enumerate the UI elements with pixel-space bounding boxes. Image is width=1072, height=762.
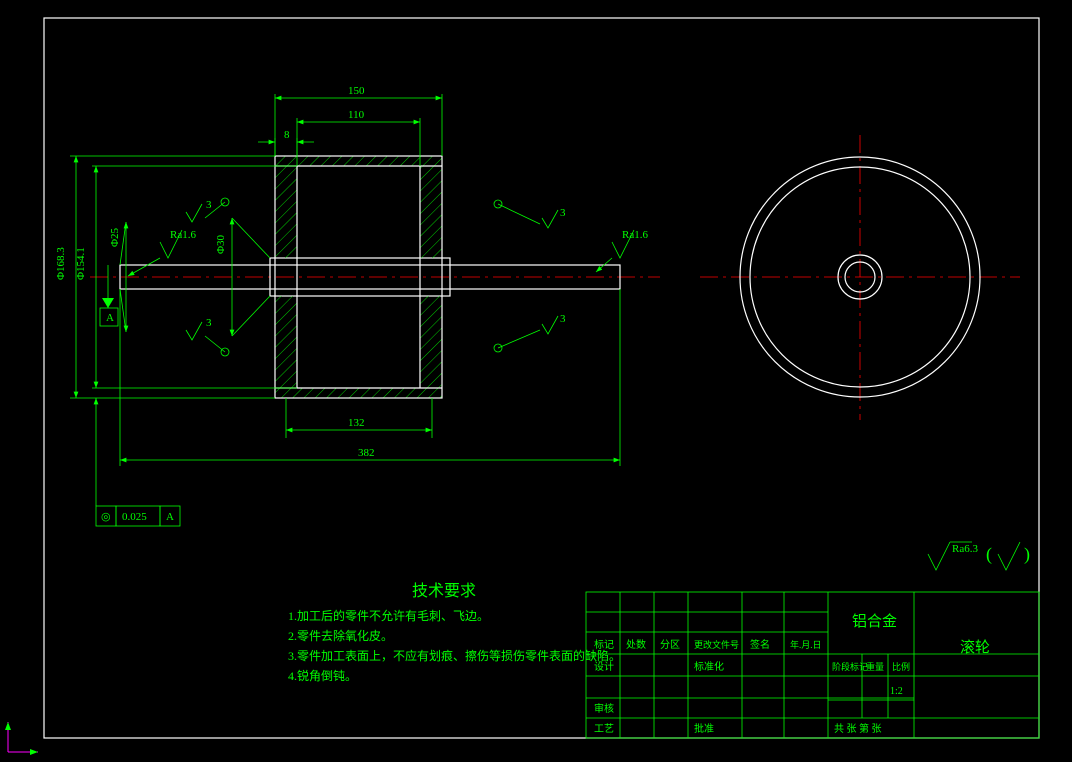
svg-text:3: 3 — [560, 313, 566, 325]
svg-text:分区: 分区 — [660, 639, 680, 651]
svg-text:年.月.日: 年.月.日 — [790, 639, 822, 650]
svg-text:8: 8 — [284, 129, 290, 141]
svg-text:技术要求: 技术要求 — [412, 582, 476, 600]
svg-text:审核: 审核 — [594, 702, 614, 715]
surf-ra16-1: Ra1.6 — [128, 229, 196, 276]
svg-text:132: 132 — [348, 417, 365, 429]
svg-text:标准化: 标准化 — [694, 660, 724, 673]
leader-3a: 3 — [186, 198, 229, 222]
leader-3d: 3 — [494, 313, 566, 352]
svg-text:比例: 比例 — [892, 661, 910, 672]
gdt-concentricity: ◎ 0.025 A — [96, 398, 180, 526]
svg-text:Φ30: Φ30 — [215, 234, 227, 254]
svg-text:382: 382 — [358, 447, 375, 459]
tech-notes: 技术要求 1.加工后的零件不允许有毛刺、飞边。 2.零件去除氧化皮。 3.零件加… — [288, 582, 621, 683]
end-view — [700, 135, 1020, 420]
ucs-icon — [8, 722, 38, 752]
svg-text:滚轮: 滚轮 — [960, 639, 990, 656]
svg-text:重量: 重量 — [866, 661, 884, 672]
svg-text:标记: 标记 — [594, 639, 614, 651]
svg-text:共 张 第 张: 共 张 第 张 — [834, 722, 882, 735]
svg-text:3: 3 — [206, 317, 212, 329]
svg-text:3.零件加工表面上，不应有划痕、擦伤等损伤零件表面的缺陷。: 3.零件加工表面上，不应有划痕、擦伤等损伤零件表面的缺陷。 — [288, 648, 621, 663]
svg-text:1.加工后的零件不允许有毛刺、飞边。: 1.加工后的零件不允许有毛刺、飞边。 — [288, 608, 489, 623]
surf-ra63-global: Ra6.3 ( ) — [928, 542, 1030, 570]
svg-text:1:2: 1:2 — [890, 686, 903, 697]
svg-text:A: A — [166, 511, 174, 523]
svg-text:Ra1.6: Ra1.6 — [622, 229, 648, 241]
svg-text:◎: ◎ — [101, 511, 111, 523]
svg-text:3: 3 — [560, 207, 566, 219]
svg-text:工艺: 工艺 — [594, 723, 614, 735]
title-block: 标记 处数 分区 更改文件号 签名 年.月.日 设计 标准化 阶段标记 重量 比… — [586, 592, 1039, 738]
dim-382: 382 — [120, 289, 620, 466]
leader-3b: 3 — [186, 317, 229, 356]
svg-text:批准: 批准 — [694, 722, 714, 735]
svg-text:Φ25: Φ25 — [109, 227, 121, 247]
svg-text:Ra6.3: Ra6.3 — [952, 543, 978, 555]
dim-132: 132 — [286, 398, 432, 438]
svg-text:3: 3 — [206, 199, 212, 211]
svg-text:Φ154.1: Φ154.1 — [75, 247, 87, 280]
svg-text:签名: 签名 — [750, 638, 770, 651]
svg-text:阶段标记: 阶段标记 — [832, 661, 868, 672]
drawing-frame — [44, 18, 1039, 738]
svg-text:0.025: 0.025 — [122, 511, 147, 523]
svg-text:110: 110 — [348, 109, 365, 121]
svg-text:4.锐角倒钝。: 4.锐角倒钝。 — [288, 669, 357, 683]
datum-A: A — [100, 265, 118, 326]
svg-text:2.零件去除氧化皮。: 2.零件去除氧化皮。 — [288, 628, 393, 643]
dim-8: 8 — [258, 129, 314, 156]
svg-text:Φ168.3: Φ168.3 — [55, 247, 67, 280]
svg-text:处数: 处数 — [626, 638, 646, 651]
svg-text:Ra1.6: Ra1.6 — [170, 229, 196, 241]
svg-text:A: A — [106, 312, 114, 324]
surf-ra16-2: Ra1.6 — [596, 229, 648, 272]
leader-3c: 3 — [494, 200, 566, 228]
svg-text:设计: 设计 — [594, 660, 614, 673]
section-view: 150 110 8 132 382 Φ168.3 Φ154.1 — [55, 85, 660, 526]
svg-text:铝合金: 铝合金 — [852, 613, 897, 630]
svg-text:更改文件号: 更改文件号 — [694, 639, 739, 650]
svg-text:150: 150 — [348, 85, 365, 97]
cad-drawing: 150 110 8 132 382 Φ168.3 Φ154.1 — [0, 0, 1072, 762]
svg-text:(: ( — [986, 544, 992, 565]
svg-text:): ) — [1024, 544, 1030, 565]
